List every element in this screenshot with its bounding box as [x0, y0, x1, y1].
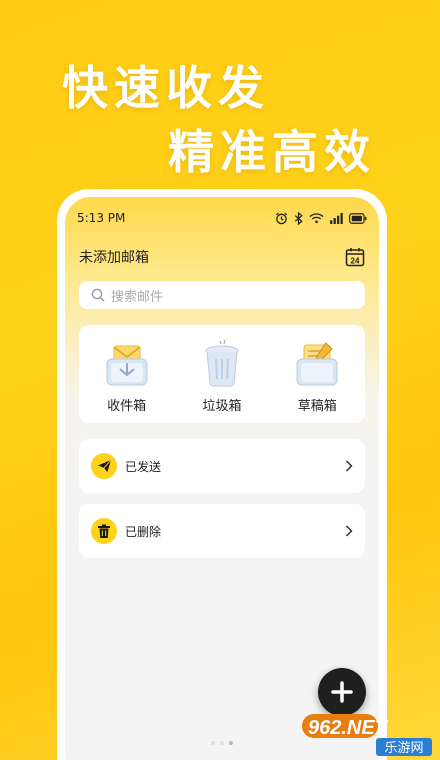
status-bar: 5:13 PM: [77, 209, 367, 227]
paper-plane-icon: [97, 459, 111, 473]
calendar-icon[interactable]: 24: [345, 247, 365, 267]
promo-headline-2: 精准高效: [168, 125, 376, 179]
inbox-icon: [106, 345, 148, 386]
drafts-icon: [296, 342, 338, 386]
watermark-sub: 乐游网: [384, 741, 423, 756]
folder-label-inbox: 收件箱: [107, 399, 147, 414]
status-icons: [275, 211, 367, 225]
folder-trash[interactable]: 垃圾箱: [182, 339, 262, 414]
sent-label: 已发送: [125, 459, 162, 474]
bluetooth-icon: [294, 211, 303, 225]
trash-bin-icon: [205, 339, 239, 387]
folder-inbox[interactable]: 收件箱: [87, 339, 167, 414]
calendar-day: 24: [351, 256, 360, 265]
watermark-brand: 962.NET: [308, 717, 389, 739]
page-dot: [220, 741, 224, 745]
folder-label-drafts: 草稿箱: [297, 399, 337, 414]
chevron-right-icon: [345, 460, 353, 472]
sent-badge: [91, 453, 117, 479]
wifi-icon: [309, 213, 324, 224]
plus-icon: [331, 681, 353, 703]
trash-icon: [98, 524, 110, 538]
battery-icon: [349, 212, 367, 224]
promo-headline-1: 快速收发: [62, 61, 270, 115]
signal-icon: [330, 212, 343, 224]
deleted-badge: [91, 518, 117, 544]
status-time: 5:13 PM: [77, 211, 126, 225]
search-bar[interactable]: 搜索邮件: [79, 281, 365, 309]
page-dot-active: [229, 741, 233, 745]
chevron-right-icon: [345, 525, 353, 537]
site-watermark: 962.NET 乐游网: [302, 714, 432, 756]
folder-drafts[interactable]: 草稿箱: [277, 339, 357, 414]
page-dot: [211, 741, 215, 745]
deleted-label: 已删除: [125, 524, 162, 539]
search-placeholder: 搜索邮件: [111, 289, 164, 305]
alarm-icon: [275, 212, 288, 224]
deleted-row[interactable]: 已删除: [79, 504, 365, 558]
top-bar: 未添加邮箱 24: [79, 245, 365, 269]
folder-label-trash: 垃圾箱: [202, 399, 242, 414]
mailbox-title[interactable]: 未添加邮箱: [79, 247, 149, 267]
sent-row[interactable]: 已发送: [79, 439, 365, 493]
search-icon: [91, 288, 105, 302]
folder-grid: 收件箱 垃圾箱 草稿箱: [79, 325, 365, 423]
